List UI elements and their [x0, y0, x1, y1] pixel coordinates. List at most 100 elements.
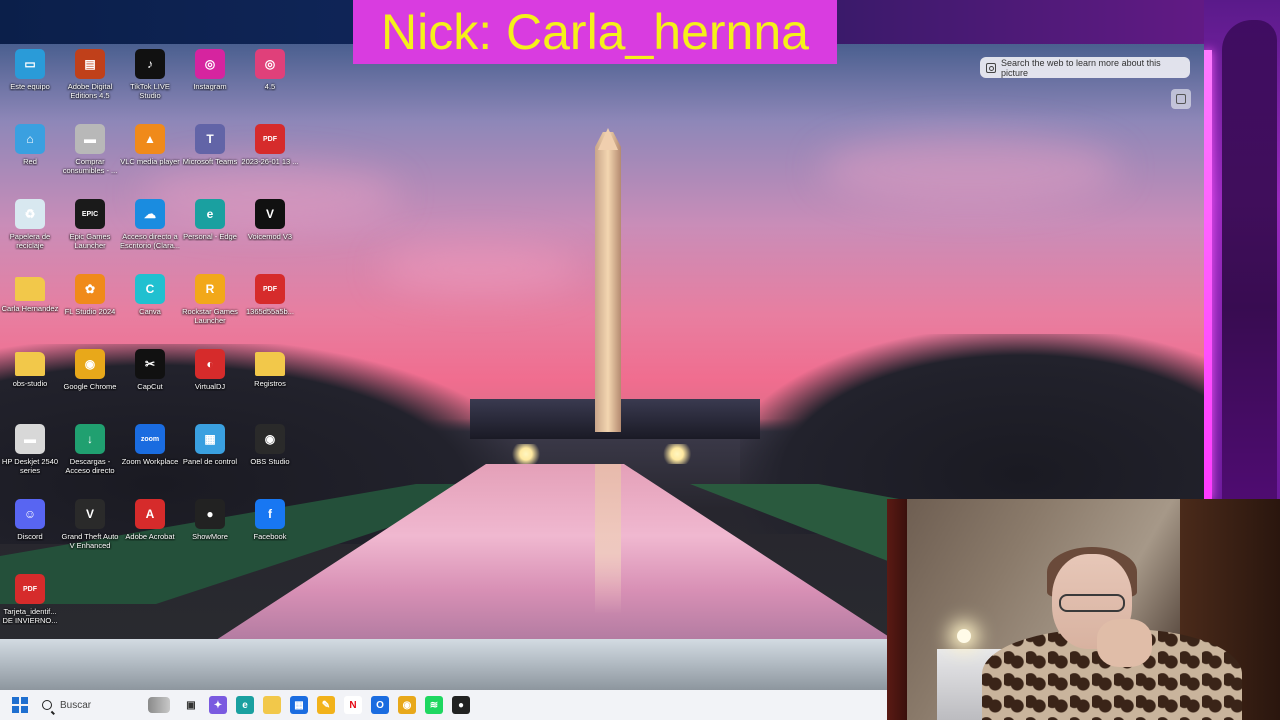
- desktop-icon-carla-hernandez[interactable]: Carla Hernandez: [0, 271, 60, 343]
- desktop-icon-virtualdj[interactable]: ◐ VirtualDJ: [180, 346, 240, 418]
- desktop-icon-edge-personal[interactable]: e Personal - Edge: [180, 196, 240, 268]
- desktop-icon-label: HP Deskjet 2540 series: [1, 457, 59, 475]
- desktop-icon-onedrive[interactable]: ☁ Acceso directo a Escritorio (Clara...: [120, 196, 180, 268]
- desktop-icon-label: Zoom Workplace: [121, 457, 179, 466]
- desktop-icon-capcut[interactable]: ✂ CapCut: [120, 346, 180, 418]
- desktop-icon-label: 1365d55a5b...: [246, 307, 294, 316]
- taskbar-copilot-button[interactable]: ✦: [209, 696, 227, 714]
- desktop-icon-label: obs-studio: [12, 379, 48, 388]
- taskbar-spotify-button[interactable]: ≋: [425, 696, 443, 714]
- desktop-icon-label: VLC media player: [120, 157, 180, 166]
- taskbar-obs-button[interactable]: ●: [452, 696, 470, 714]
- desktop-icon-comprar-consumibles[interactable]: ▬ Comprar consumibles - ...: [60, 121, 120, 193]
- edge-icon: e: [195, 199, 225, 229]
- lens-button[interactable]: [1171, 89, 1191, 109]
- desktop-icon-obs-studio-folder[interactable]: obs-studio: [0, 346, 60, 418]
- webcam-overlay: [887, 499, 1280, 720]
- taskbar-netflix-button[interactable]: N: [344, 696, 362, 714]
- edge-icon: e: [242, 699, 248, 711]
- webcam-person-glasses: [1059, 594, 1125, 612]
- desktop-icon-adobe-acrobat[interactable]: A Adobe Acrobat: [120, 496, 180, 568]
- search-highlight-icon: [148, 697, 170, 713]
- copilot-icon: ✦: [213, 699, 223, 711]
- desktop-icon-adobe-digital-editions[interactable]: ▤ Adobe Digital Editions 4.5: [60, 46, 120, 118]
- desktop-icon-label: Canva: [139, 307, 161, 316]
- windows-logo-icon: [21, 706, 28, 713]
- desktop-icon-label: ShowMore: [192, 532, 228, 541]
- desktop-icon-discord[interactable]: ☺ Discord: [0, 496, 60, 568]
- desktop-icon-label: Google Chrome: [63, 382, 117, 391]
- desktop-icon-hp-deskjet[interactable]: ▬ HP Deskjet 2540 series: [0, 421, 60, 493]
- netflix-icon: N: [349, 699, 357, 711]
- desktop-icon-label: 4.5: [264, 82, 276, 91]
- desktop-icon-obs-studio[interactable]: ◉ OBS Studio: [240, 421, 300, 493]
- desktop-icon-canva[interactable]: C Canva: [120, 271, 180, 343]
- desktop-icon-tiktok-live-studio[interactable]: ♪ TikTok LIVE Studio: [120, 46, 180, 118]
- desktop-icon-showmore[interactable]: ● ShowMore: [180, 496, 240, 568]
- taskbar-edge-button[interactable]: e: [236, 696, 254, 714]
- desktop-icon-panel-control[interactable]: ▦ Panel de control: [180, 421, 240, 493]
- windows-logo-icon: [12, 697, 19, 704]
- obs-icon: ◉: [255, 424, 285, 454]
- download-icon: ↓: [75, 424, 105, 454]
- desktop-icon-label: Papelera de reciclaje: [9, 232, 51, 250]
- pdf-icon: PDF: [15, 574, 45, 604]
- desktop-icon-google-chrome[interactable]: ◉ Google Chrome: [60, 346, 120, 418]
- desktop-icon-zoom[interactable]: zoom Zoom Workplace: [120, 421, 180, 493]
- desktop-icon-gta-v[interactable]: V Grand Theft Auto V Enhanced: [60, 496, 120, 568]
- desktop-icon-facebook[interactable]: f Facebook: [240, 496, 300, 568]
- desktop-icon-fl-studio[interactable]: ✿ FL Studio 2024: [60, 271, 120, 343]
- desktop-icon-voicemod[interactable]: V Voicemod V3: [240, 196, 300, 268]
- washington-monument: [595, 132, 621, 432]
- epic-games-icon: EPIC: [75, 199, 105, 229]
- desktop-icon-label: Facebook: [253, 532, 287, 541]
- desktop-icon-label: VirtualDJ: [194, 382, 226, 391]
- sticky-notes-icon: ✎: [321, 699, 331, 711]
- desktop-icon-microsoft-teams[interactable]: T Microsoft Teams: [180, 121, 240, 193]
- visual-search-button[interactable]: Search the web to learn more about this …: [980, 57, 1190, 78]
- desktop-icon-pdf-2023[interactable]: PDF 2023-26-01 13 ...: [240, 121, 300, 193]
- outlook-icon: O: [376, 699, 384, 711]
- obs-icon: ●: [457, 699, 465, 711]
- taskbar-outlook-button[interactable]: O: [371, 696, 389, 714]
- windows-logo-icon: [12, 706, 19, 713]
- desktop-icon-tarjeta-pdf[interactable]: PDF Tarjeta_identif... DE INVIERNO...: [0, 571, 60, 643]
- desktop-icon-vlc[interactable]: ▲ VLC media player: [120, 121, 180, 193]
- taskbar-apps: ▣ ✦ e ▦ ✎ N O ◉ ≋ ●: [182, 696, 470, 714]
- desktop-icon-epic-games[interactable]: EPIC Epic Games Launcher: [60, 196, 120, 268]
- rockstar-icon: R: [195, 274, 225, 304]
- desktop-icon-label: FL Studio 2024: [64, 307, 116, 316]
- taskbar-sticky-button[interactable]: ✎: [317, 696, 335, 714]
- desktop-icon-label: 2023-26-01 13 ...: [241, 157, 299, 166]
- desktop-icon-app-45[interactable]: ◎ 4.5: [240, 46, 300, 118]
- taskbar-task-view-button[interactable]: ▣: [182, 696, 200, 714]
- cloud: [380, 244, 580, 294]
- taskbar-search[interactable]: Buscar: [42, 694, 172, 716]
- taskbar-file-explorer-button[interactable]: [263, 696, 281, 714]
- desktop-icon-rockstar[interactable]: R Rockstar Games Launcher: [180, 271, 240, 343]
- vlc-cone-icon: ▲: [135, 124, 165, 154]
- desktop-icon-pdf-1365[interactable]: PDF 1365d55a5b...: [240, 271, 300, 343]
- taskbar-chrome-button[interactable]: ◉: [398, 696, 416, 714]
- start-button[interactable]: [12, 697, 28, 713]
- facebook-icon: f: [255, 499, 285, 529]
- windows-logo-icon: [21, 697, 28, 704]
- nick-overlay: Nick: Carla_hernna: [353, 0, 837, 64]
- gta-icon: V: [75, 499, 105, 529]
- desktop-icon-este-equipo[interactable]: ▭ Este equipo: [0, 46, 60, 118]
- capcut-icon: ✂: [135, 349, 165, 379]
- tiktok-icon: ♪: [135, 49, 165, 79]
- pdf-icon: PDF: [255, 274, 285, 304]
- desktop-icon-red[interactable]: ⌂ Red: [0, 121, 60, 193]
- voicemod-icon: V: [255, 199, 285, 229]
- store-icon: ▦: [294, 699, 304, 711]
- desktop-icon-registros[interactable]: Registros: [240, 346, 300, 418]
- instagram-icon: ◎: [255, 49, 285, 79]
- desktop-icon-papelera[interactable]: ♻ Papelera de reciclaje: [0, 196, 60, 268]
- neon-glow: [1204, 50, 1212, 500]
- desktop-icon-instagram[interactable]: ◎ Instagram: [180, 46, 240, 118]
- desktop-icon-descargas[interactable]: ↓ Descargas - Acceso directo: [60, 421, 120, 493]
- folder-icon: [15, 277, 45, 301]
- cloud-icon: ☁: [135, 199, 165, 229]
- taskbar-store-button[interactable]: ▦: [290, 696, 308, 714]
